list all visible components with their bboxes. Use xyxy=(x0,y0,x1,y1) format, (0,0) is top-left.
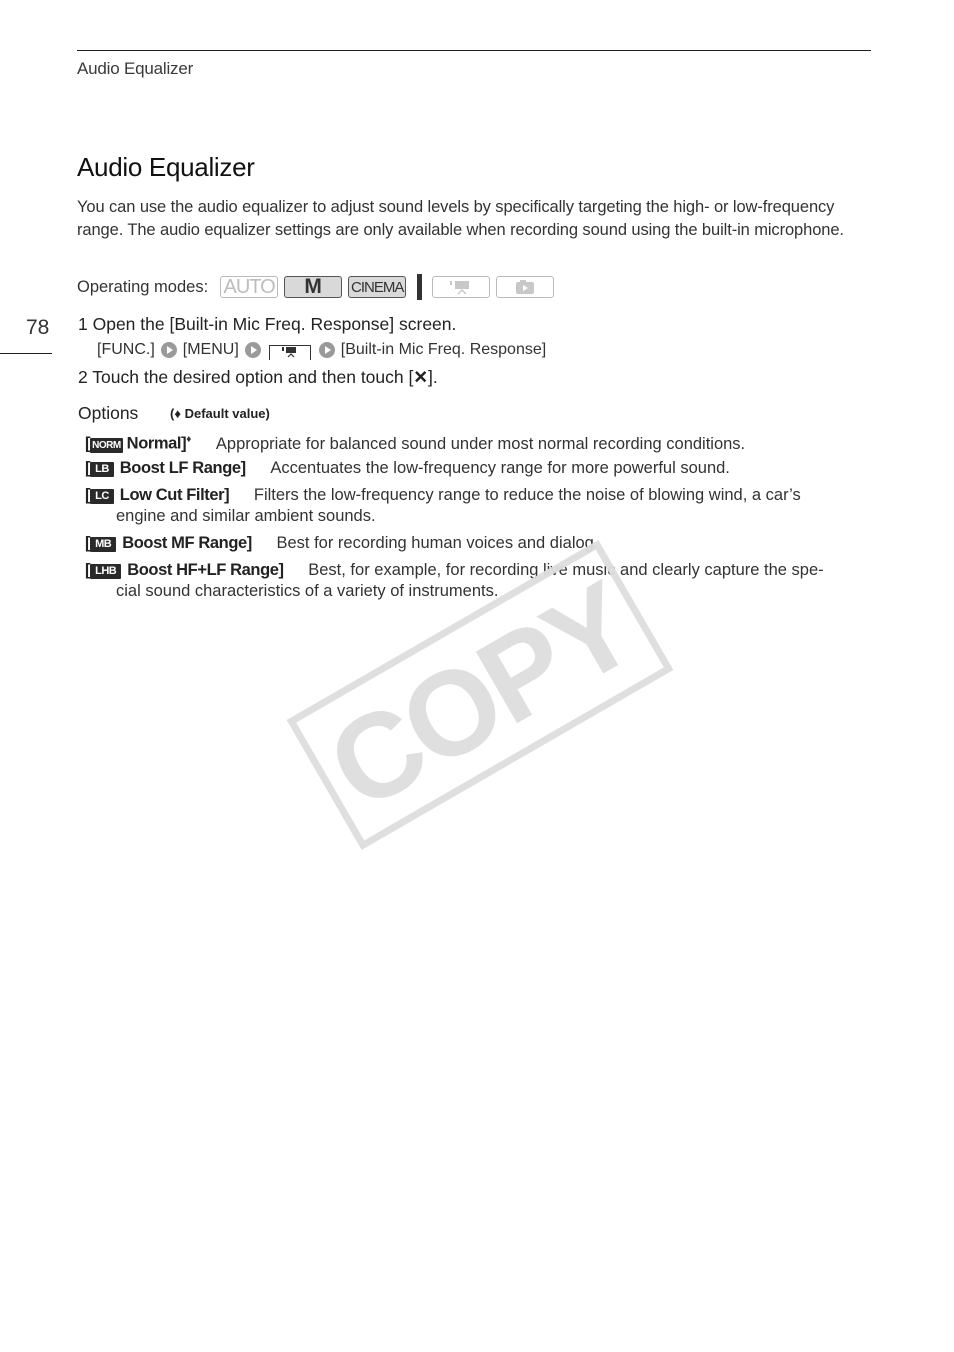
norm-icon: NORM xyxy=(90,437,123,453)
arrow-right-icon xyxy=(244,342,261,358)
menu-path: [FUNC.] [MENU] [Built-in Mic Freq. Respo… xyxy=(97,341,547,360)
option-normal: [NORM Normal]♦ Appropriate for balanced s… xyxy=(85,434,746,453)
option-name: Boost MF Range] xyxy=(122,534,252,552)
option-desc: Filters the low-frequency range to reduc… xyxy=(253,486,801,504)
step-number: 1 xyxy=(78,314,88,334)
step-text-end: ]. xyxy=(428,367,438,387)
step-text: Open the [Built-in Mic Freq. Response] s… xyxy=(92,314,457,334)
running-header: Audio Equalizer xyxy=(77,59,194,78)
cinema-mode-icon: CINEMA xyxy=(348,276,407,298)
manual-mode-icon: M xyxy=(284,275,343,298)
photo-playback-icon xyxy=(496,276,555,298)
path-target: [Built-in Mic Freq. Response] xyxy=(340,341,547,358)
option-boost-mf: [MB Boost MF Range] Best for recording hu… xyxy=(85,534,599,552)
option-desc: Appropriate for balanced sound under mos… xyxy=(215,434,746,453)
page-number: 78 xyxy=(26,316,50,339)
default-marker-icon: ♦ xyxy=(186,434,192,445)
step-number: 2 xyxy=(78,367,88,387)
option-desc: Best for recording human voices and dial… xyxy=(276,534,599,552)
operating-modes: Operating modes: AUTO M CINEMA xyxy=(77,274,560,300)
option-desc: Accentuates the low-frequency range for … xyxy=(270,459,730,477)
arrow-right-icon xyxy=(318,342,335,358)
step-2: 2 Touch the desired option and then touc… xyxy=(78,367,438,388)
option-name: Normal] xyxy=(126,434,187,453)
default-note: (♦ Default value) xyxy=(170,406,270,421)
option-low-cut: [LC Low Cut Filter] Filters the low-frequ… xyxy=(85,485,870,526)
lhb-icon: LHB xyxy=(90,564,122,579)
option-name: Boost LF Range] xyxy=(119,459,246,477)
movie-playback-icon xyxy=(432,276,491,298)
options-title: Options xyxy=(78,403,139,423)
page-number-rule xyxy=(0,353,52,354)
path-menu: [MENU] xyxy=(182,341,239,358)
movie-menu-tab-icon xyxy=(268,344,311,360)
option-name: Boost HF+LF Range] xyxy=(127,561,284,579)
operating-modes-label: Operating modes: xyxy=(77,277,209,296)
page-title: Audio Equalizer xyxy=(77,152,255,182)
default-note-text: Default value) xyxy=(184,406,270,421)
option-boost-hf-lf: [LHB Boost HF+LF Range] Best, for example… xyxy=(85,560,870,601)
close-icon: ✕ xyxy=(413,367,429,387)
auto-mode-icon: AUTO xyxy=(220,276,279,298)
option-name: Low Cut Filter] xyxy=(119,486,230,504)
option-desc-cont: engine and similar ambient sounds. xyxy=(116,506,376,525)
option-desc-cont: cial sound characteristics of a variety … xyxy=(116,581,499,600)
step-text: Touch the desired option and then touch … xyxy=(92,367,414,387)
intro-paragraph: You can use the audio equalizer to adjus… xyxy=(77,198,844,239)
mb-icon: MB xyxy=(90,537,117,552)
step-1: 1 Open the [Built-in Mic Freq. Response]… xyxy=(78,314,456,335)
lb-icon: LB xyxy=(90,462,114,477)
path-func: [FUNC.] xyxy=(97,341,155,358)
arrow-right-icon xyxy=(160,342,177,358)
header-rule xyxy=(77,50,871,51)
mode-separator xyxy=(417,274,423,300)
default-marker-icon: ♦ xyxy=(174,406,181,421)
option-boost-lf: [LB Boost LF Range] Accentuates the low-f… xyxy=(85,459,730,477)
lc-icon: LC xyxy=(90,489,114,504)
